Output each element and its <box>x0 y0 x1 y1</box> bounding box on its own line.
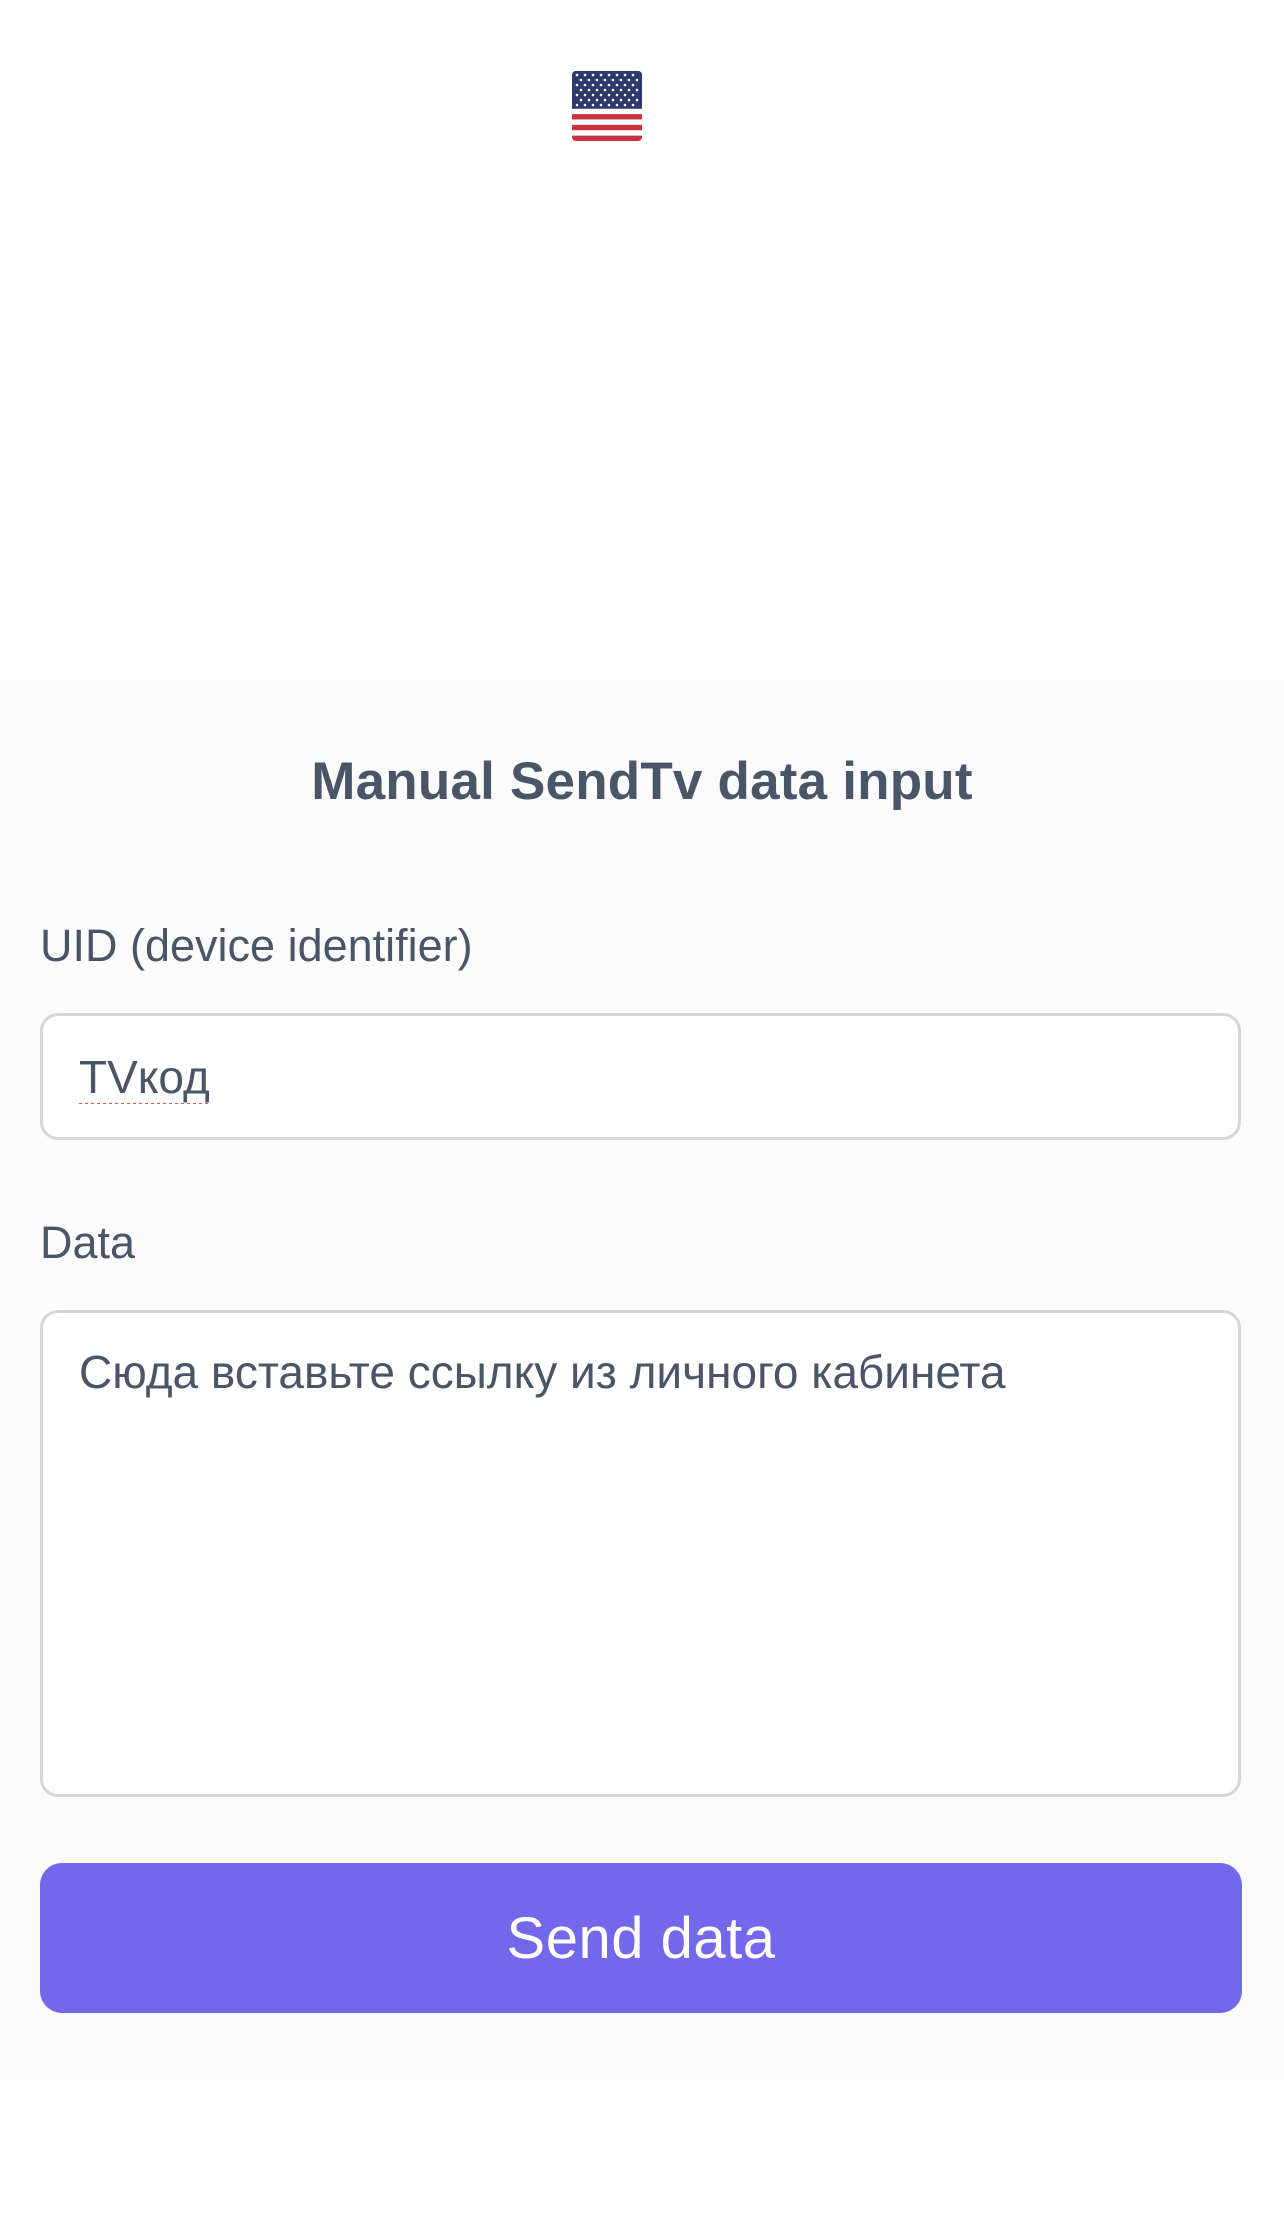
header-area <box>0 0 1284 680</box>
uid-label: UID (device identifier) <box>40 920 473 971</box>
language-selector[interactable] <box>572 71 642 141</box>
us-flag-icon <box>572 71 642 141</box>
sendtv-form: Manual SendTv data input UID (device ide… <box>0 680 1284 2080</box>
uid-input[interactable] <box>40 1013 1241 1140</box>
send-data-button[interactable]: Send data <box>40 1863 1242 2013</box>
data-label: Data <box>40 1217 136 1268</box>
footer-area <box>0 2080 1284 2230</box>
form-title: Manual SendTv data input <box>311 752 973 811</box>
data-textarea[interactable] <box>40 1310 1241 1797</box>
